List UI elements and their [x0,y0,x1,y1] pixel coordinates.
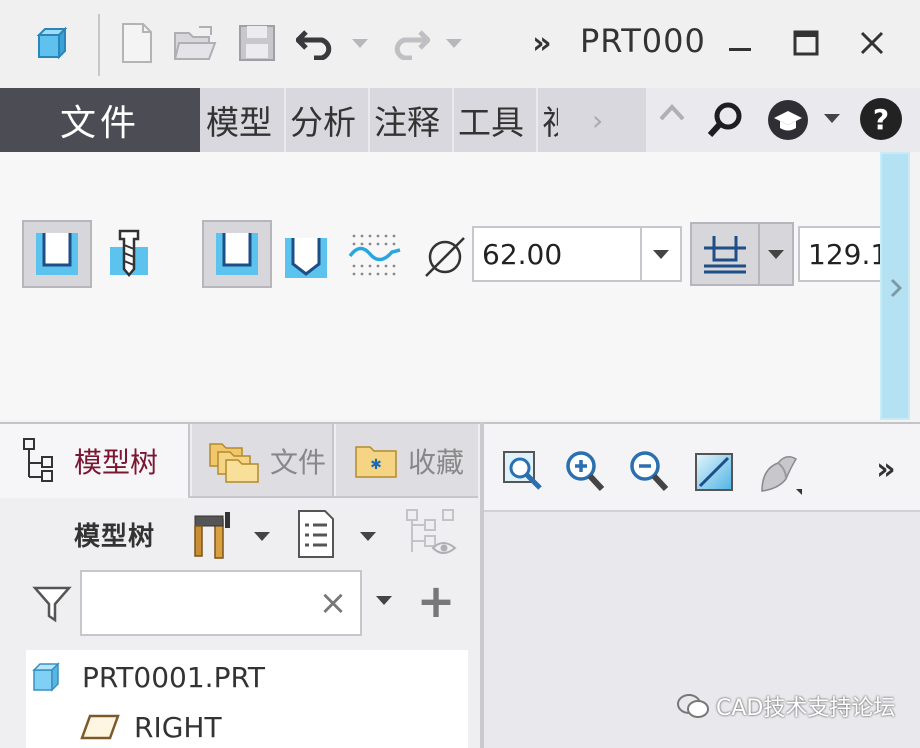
expand-arrow-icon [890,278,903,298]
zoom-out-icon[interactable] [626,446,672,496]
ribbon-tab-bar: 文件 模型 分析 注释 工具 视 › ? [0,88,920,152]
model-tree-title: 模型树 [74,522,156,552]
svg-text:?: ? [873,103,889,136]
depth-input[interactable]: 129.1 [798,226,888,282]
repaint-icon[interactable] [692,450,736,494]
learning-graduation-cap-icon[interactable] [764,96,812,144]
tree-item-part[interactable]: PRT0001.PRT [30,652,265,702]
tree-item-right-label: RIGHT [134,710,222,744]
tab-model[interactable]: 模型 [206,88,272,152]
tab-file[interactable]: 文件 [0,88,200,152]
open-folder-icon[interactable] [172,18,218,68]
app-cube-icon[interactable] [28,18,74,68]
watermark-text: CAD技术支持论坛 [716,696,896,721]
model-tree: PRT0001.PRT RIGHT [26,650,468,748]
learning-dropdown-icon[interactable] [818,104,846,132]
tab-annotate[interactable]: 注释 [374,88,440,152]
watermark: CAD技术支持论坛 [676,690,895,722]
sketch-wave-icon [348,234,401,276]
depth-options-button[interactable] [690,222,760,286]
toolbar-overflow-chevron[interactable]: » [522,18,562,68]
depth-options-dropdown[interactable] [758,222,794,286]
search-icon[interactable] [704,98,748,142]
application-window: » PRT000 文件 模型 分析 注释 工具 视 › [0,0,920,748]
graphics-toolbar: » [484,422,920,512]
tab-view[interactable]: 视 [542,88,558,152]
tab-model-tree-label: 模型树 [74,446,159,479]
title-bar: » PRT000 [0,0,920,88]
tab-favorites-label: 收藏 [408,446,465,479]
add-filter-icon[interactable]: + [414,574,458,628]
simple-hole-icon [36,233,78,275]
svg-text:✱: ✱ [370,457,382,473]
undo-dropdown-icon[interactable] [340,18,380,68]
blind-depth-icon [704,236,746,274]
tab-folder-browser-label: 文件 [270,446,327,479]
help-icon[interactable]: ? [856,94,906,144]
model-tree-icon [23,438,53,482]
drill-profile-icon [285,238,327,278]
refit-icon[interactable] [500,448,546,494]
undo-icon[interactable] [294,18,340,68]
datum-plane-icon [80,714,120,740]
redo-icon[interactable] [386,18,432,68]
hidden-items-icon[interactable] [402,506,460,562]
diameter-icon [420,230,470,284]
tabs-scroll-right-arrow[interactable]: › [592,88,603,152]
collapse-ribbon-icon[interactable] [654,94,690,130]
maximize-button[interactable] [780,20,832,66]
diameter-value: 62.00 [482,237,563,271]
tab-analysis[interactable]: 分析 [290,88,356,152]
redo-dropdown-icon[interactable] [434,18,474,68]
search-dropdown-icon[interactable] [370,586,398,614]
tab-model-tree[interactable]: 模型树 [0,424,190,498]
zoom-in-icon[interactable] [562,446,608,496]
diameter-input[interactable]: 62.00 [472,226,682,282]
straight-hole-icon [216,233,258,275]
tree-search-input[interactable]: × [80,570,362,636]
show-dropdown-icon[interactable] [354,522,382,550]
settings-dropdown-icon[interactable] [248,522,276,550]
window-title: PRT000 [580,22,706,60]
new-file-icon[interactable] [114,18,160,68]
tab-strip-border [190,496,478,498]
tree-item-right-plane[interactable]: RIGHT [80,702,222,748]
hole-feature-dashboard: 62.00 129.1 放置 形状 注解 属性 [0,152,888,572]
clear-search-icon[interactable]: × [316,583,350,623]
tab-folder-browser[interactable]: 文件 [192,424,334,498]
tab-separator [368,88,370,152]
wechat-logo-icon [677,694,709,718]
filter-icon[interactable] [28,580,76,626]
favorites-folder-icon: ✱ [355,446,397,478]
show-list-icon[interactable] [290,506,342,562]
tab-separator [452,88,454,152]
graphics-overflow-chevron[interactable]: » [866,446,906,492]
drill-profile-button[interactable] [278,230,334,284]
ribbon-tabs: 模型 分析 注释 工具 视 › [200,88,646,152]
tab-separator [284,88,286,152]
sketch-hole-button[interactable] [346,226,404,284]
depth-value: 129.1 [808,237,888,271]
standard-hole-icon [110,229,148,277]
navigator-panel: 模型树 文件 ✱ 收藏 模型树 × + PRT0001.PRT RIGHT [0,422,480,748]
simple-hole-button[interactable] [22,220,92,288]
standard-hole-button[interactable] [100,220,158,288]
straight-hole-button[interactable] [202,220,272,288]
part-cube-icon [32,662,60,692]
save-icon[interactable] [234,18,280,68]
title-bar-separator [98,14,100,76]
folders-icon [209,443,259,483]
close-button[interactable] [846,20,898,66]
minimize-button[interactable] [714,20,766,66]
diameter-dropdown-arrow[interactable] [640,228,680,280]
tab-tools[interactable]: 工具 [458,88,524,152]
tab-separator [536,88,538,152]
tab-favorites[interactable]: ✱ 收藏 [336,424,478,498]
tree-item-part-label: PRT0001.PRT [82,660,265,694]
display-style-icon[interactable] [754,448,808,498]
settings-tools-icon[interactable] [184,506,236,562]
dashboard-expand-strip[interactable] [880,152,910,420]
